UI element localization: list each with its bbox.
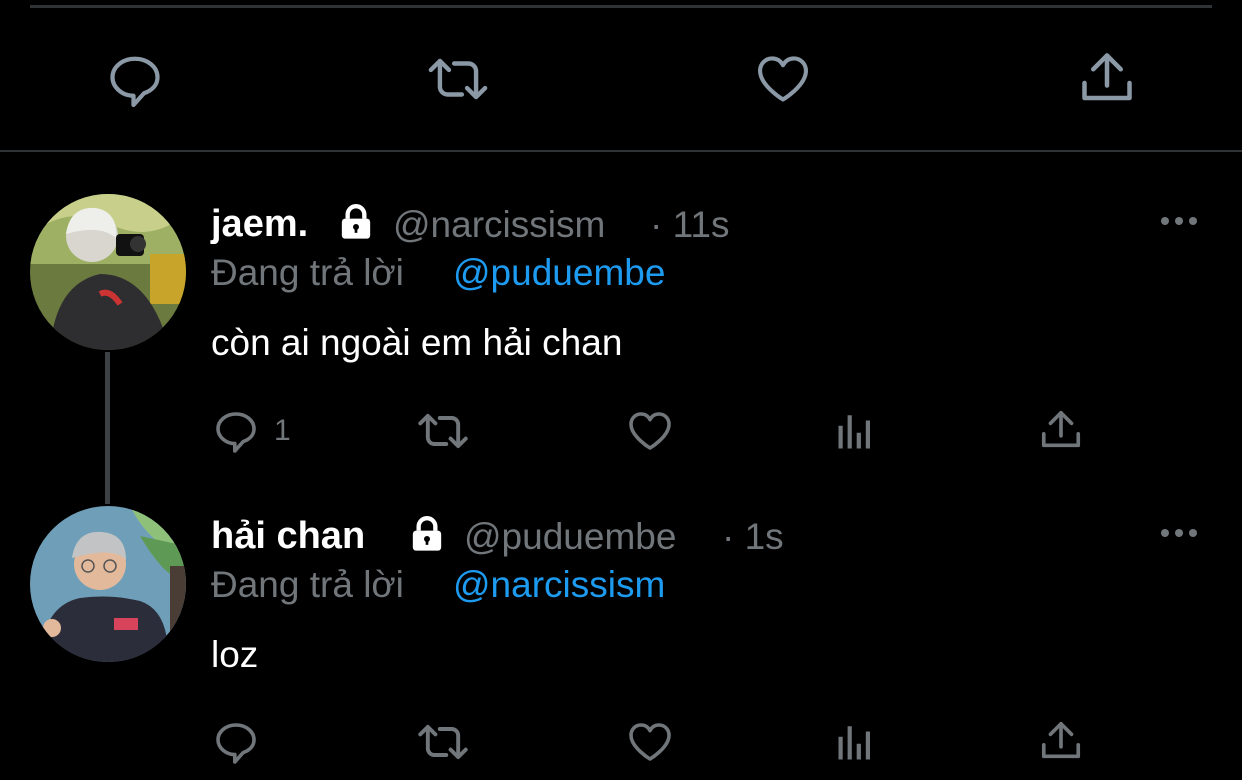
replying-to-label: Đang trả lời [211, 564, 404, 605]
retweet-icon[interactable] [425, 48, 491, 110]
user-handle[interactable]: @puduembe [464, 516, 676, 558]
user-handle[interactable]: @narcissism [393, 204, 605, 246]
retweet-icon[interactable] [416, 405, 470, 457]
reply-icon[interactable] [212, 718, 260, 766]
timestamp[interactable]: · 1s [722, 516, 784, 558]
heart-icon[interactable] [752, 50, 814, 108]
reply-icon[interactable] [105, 50, 165, 110]
share-icon[interactable] [1077, 48, 1137, 108]
reply-count: 1 [274, 414, 291, 447]
share-icon[interactable] [1038, 717, 1084, 765]
section-divider [0, 150, 1242, 152]
reply-icon[interactable] [212, 407, 260, 455]
analytics-icon[interactable] [834, 410, 878, 452]
reply-to-mention[interactable]: @narcissism [453, 564, 665, 606]
timestamp[interactable]: · 11s [650, 204, 730, 246]
lock-icon [336, 202, 376, 247]
retweet-icon[interactable] [416, 716, 470, 768]
more-options-icon[interactable] [1158, 206, 1200, 236]
avatar[interactable] [30, 194, 186, 350]
replying-to-label: Đang trả lời [211, 252, 404, 293]
share-icon[interactable] [1038, 406, 1084, 454]
tweet-text: còn ai ngoài em hải chan [211, 322, 623, 363]
heart-icon[interactable] [625, 407, 675, 455]
tweet-text: loz [211, 634, 259, 675]
display-name[interactable]: hải chan [211, 515, 365, 558]
lock-icon [407, 514, 447, 559]
display-name[interactable]: jaem. [211, 203, 308, 246]
thread-connector-line [105, 352, 110, 504]
reply-to-mention[interactable]: @puduembe [453, 252, 665, 294]
top-divider [30, 5, 1212, 8]
more-options-icon[interactable] [1158, 518, 1200, 548]
avatar[interactable] [30, 506, 186, 662]
heart-icon[interactable] [625, 718, 675, 766]
analytics-icon[interactable] [834, 721, 878, 763]
